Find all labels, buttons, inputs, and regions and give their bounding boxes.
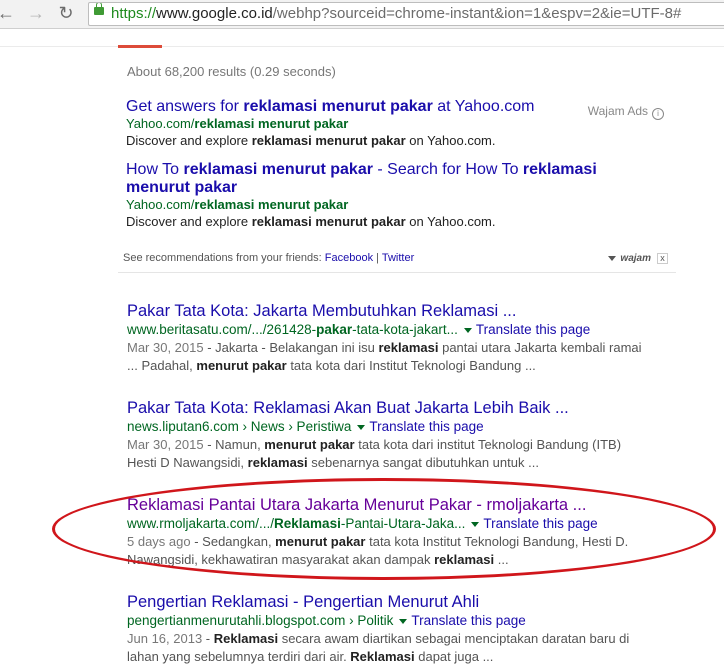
close-icon[interactable]: x: [657, 253, 668, 264]
ad-url: Yahoo.com/reklamasi menurut pakar: [126, 197, 349, 212]
caret-down-icon[interactable]: [357, 425, 366, 430]
translate-link[interactable]: Translate this page: [369, 419, 483, 434]
address-url: https://www.google.co.id/webhp?sourceid=…: [111, 5, 682, 22]
active-tab-indicator: [118, 45, 162, 48]
twitter-link[interactable]: Twitter: [382, 252, 414, 264]
facebook-link[interactable]: Facebook: [325, 252, 373, 264]
result-title-link[interactable]: Pengertian Reklamasi - Pengertian Menuru…: [127, 592, 647, 612]
lock-icon: [94, 3, 104, 15]
result-snippet: Mar 30, 2015 - Jakarta - Belakangan ini …: [127, 340, 642, 373]
tab-divider: [0, 46, 724, 47]
ad-url: Yahoo.com/reklamasi menurut pakar: [126, 116, 349, 131]
result-snippet: Mar 30, 2015 - Namun, menurut pakar tata…: [127, 437, 622, 470]
reload-icon[interactable]: ↻: [56, 3, 76, 23]
caret-down-icon[interactable]: [399, 619, 408, 624]
ad-item: Get answers for reklamasi menurut pakar …: [126, 98, 646, 149]
result-url: news.liputan6.com › News › Peristiwa Tran…: [127, 419, 484, 434]
wajam-logo: wajam x: [608, 253, 668, 264]
result-url: www.beritasatu.com/.../261428-pakar-tata…: [127, 322, 591, 337]
ad-title-link[interactable]: How To reklamasi menurut pakar - Search …: [126, 161, 626, 197]
search-result: Reklamasi Pantai Utara Jakarta Menurut P…: [127, 495, 647, 569]
ad-title-link[interactable]: Get answers for reklamasi menurut pakar …: [126, 98, 646, 116]
search-result: Pengertian Reklamasi - Pengertian Menuru…: [127, 592, 647, 666]
ad-item: How To reklamasi menurut pakar - Search …: [126, 161, 626, 230]
back-arrow-icon[interactable]: ←: [0, 3, 16, 23]
browser-toolbar: ← → ↻ https://www.google.co.id/webhp?sou…: [0, 0, 724, 29]
dropdown-caret-icon[interactable]: [608, 256, 617, 261]
search-result: Pakar Tata Kota: Jakarta Membutuhkan Rek…: [127, 301, 647, 375]
result-snippet: 5 days ago - Sedangkan, menurut pakar ta…: [127, 534, 629, 567]
result-title-link[interactable]: Pakar Tata Kota: Jakarta Membutuhkan Rek…: [127, 301, 647, 321]
result-snippet: Jun 16, 2013 - Reklamasi secara awam dia…: [127, 631, 630, 664]
recommendations-bar: See recommendations from your friends: F…: [123, 252, 415, 264]
ads-panel: Wajam Ads i Get answers for reklamasi men…: [118, 92, 676, 273]
ad-description: Discover and explore reklamasi menurut p…: [126, 214, 496, 229]
address-bar[interactable]: https://www.google.co.id/webhp?sourceid=…: [88, 2, 724, 26]
result-url: pengertianmenurutahli.blogspot.com › Pol…: [127, 613, 526, 628]
translate-link[interactable]: Translate this page: [476, 322, 590, 337]
translate-link[interactable]: Translate this page: [483, 516, 597, 531]
ad-description: Discover and explore reklamasi menurut p…: [126, 133, 496, 148]
result-title-link[interactable]: Pakar Tata Kota: Reklamasi Akan Buat Jak…: [127, 398, 647, 418]
info-icon[interactable]: i: [652, 108, 664, 120]
forward-arrow-icon[interactable]: →: [26, 3, 46, 23]
caret-down-icon[interactable]: [463, 328, 472, 333]
search-result: Pakar Tata Kota: Reklamasi Akan Buat Jak…: [127, 398, 647, 472]
result-url: www.rmoljakarta.com/.../Reklamasi-Pantai…: [127, 516, 598, 531]
caret-down-icon[interactable]: [471, 522, 480, 527]
result-stats: About 68,200 results (0.29 seconds): [127, 64, 336, 79]
translate-link[interactable]: Translate this page: [411, 613, 525, 628]
result-title-link[interactable]: Reklamasi Pantai Utara Jakarta Menurut P…: [127, 495, 647, 515]
